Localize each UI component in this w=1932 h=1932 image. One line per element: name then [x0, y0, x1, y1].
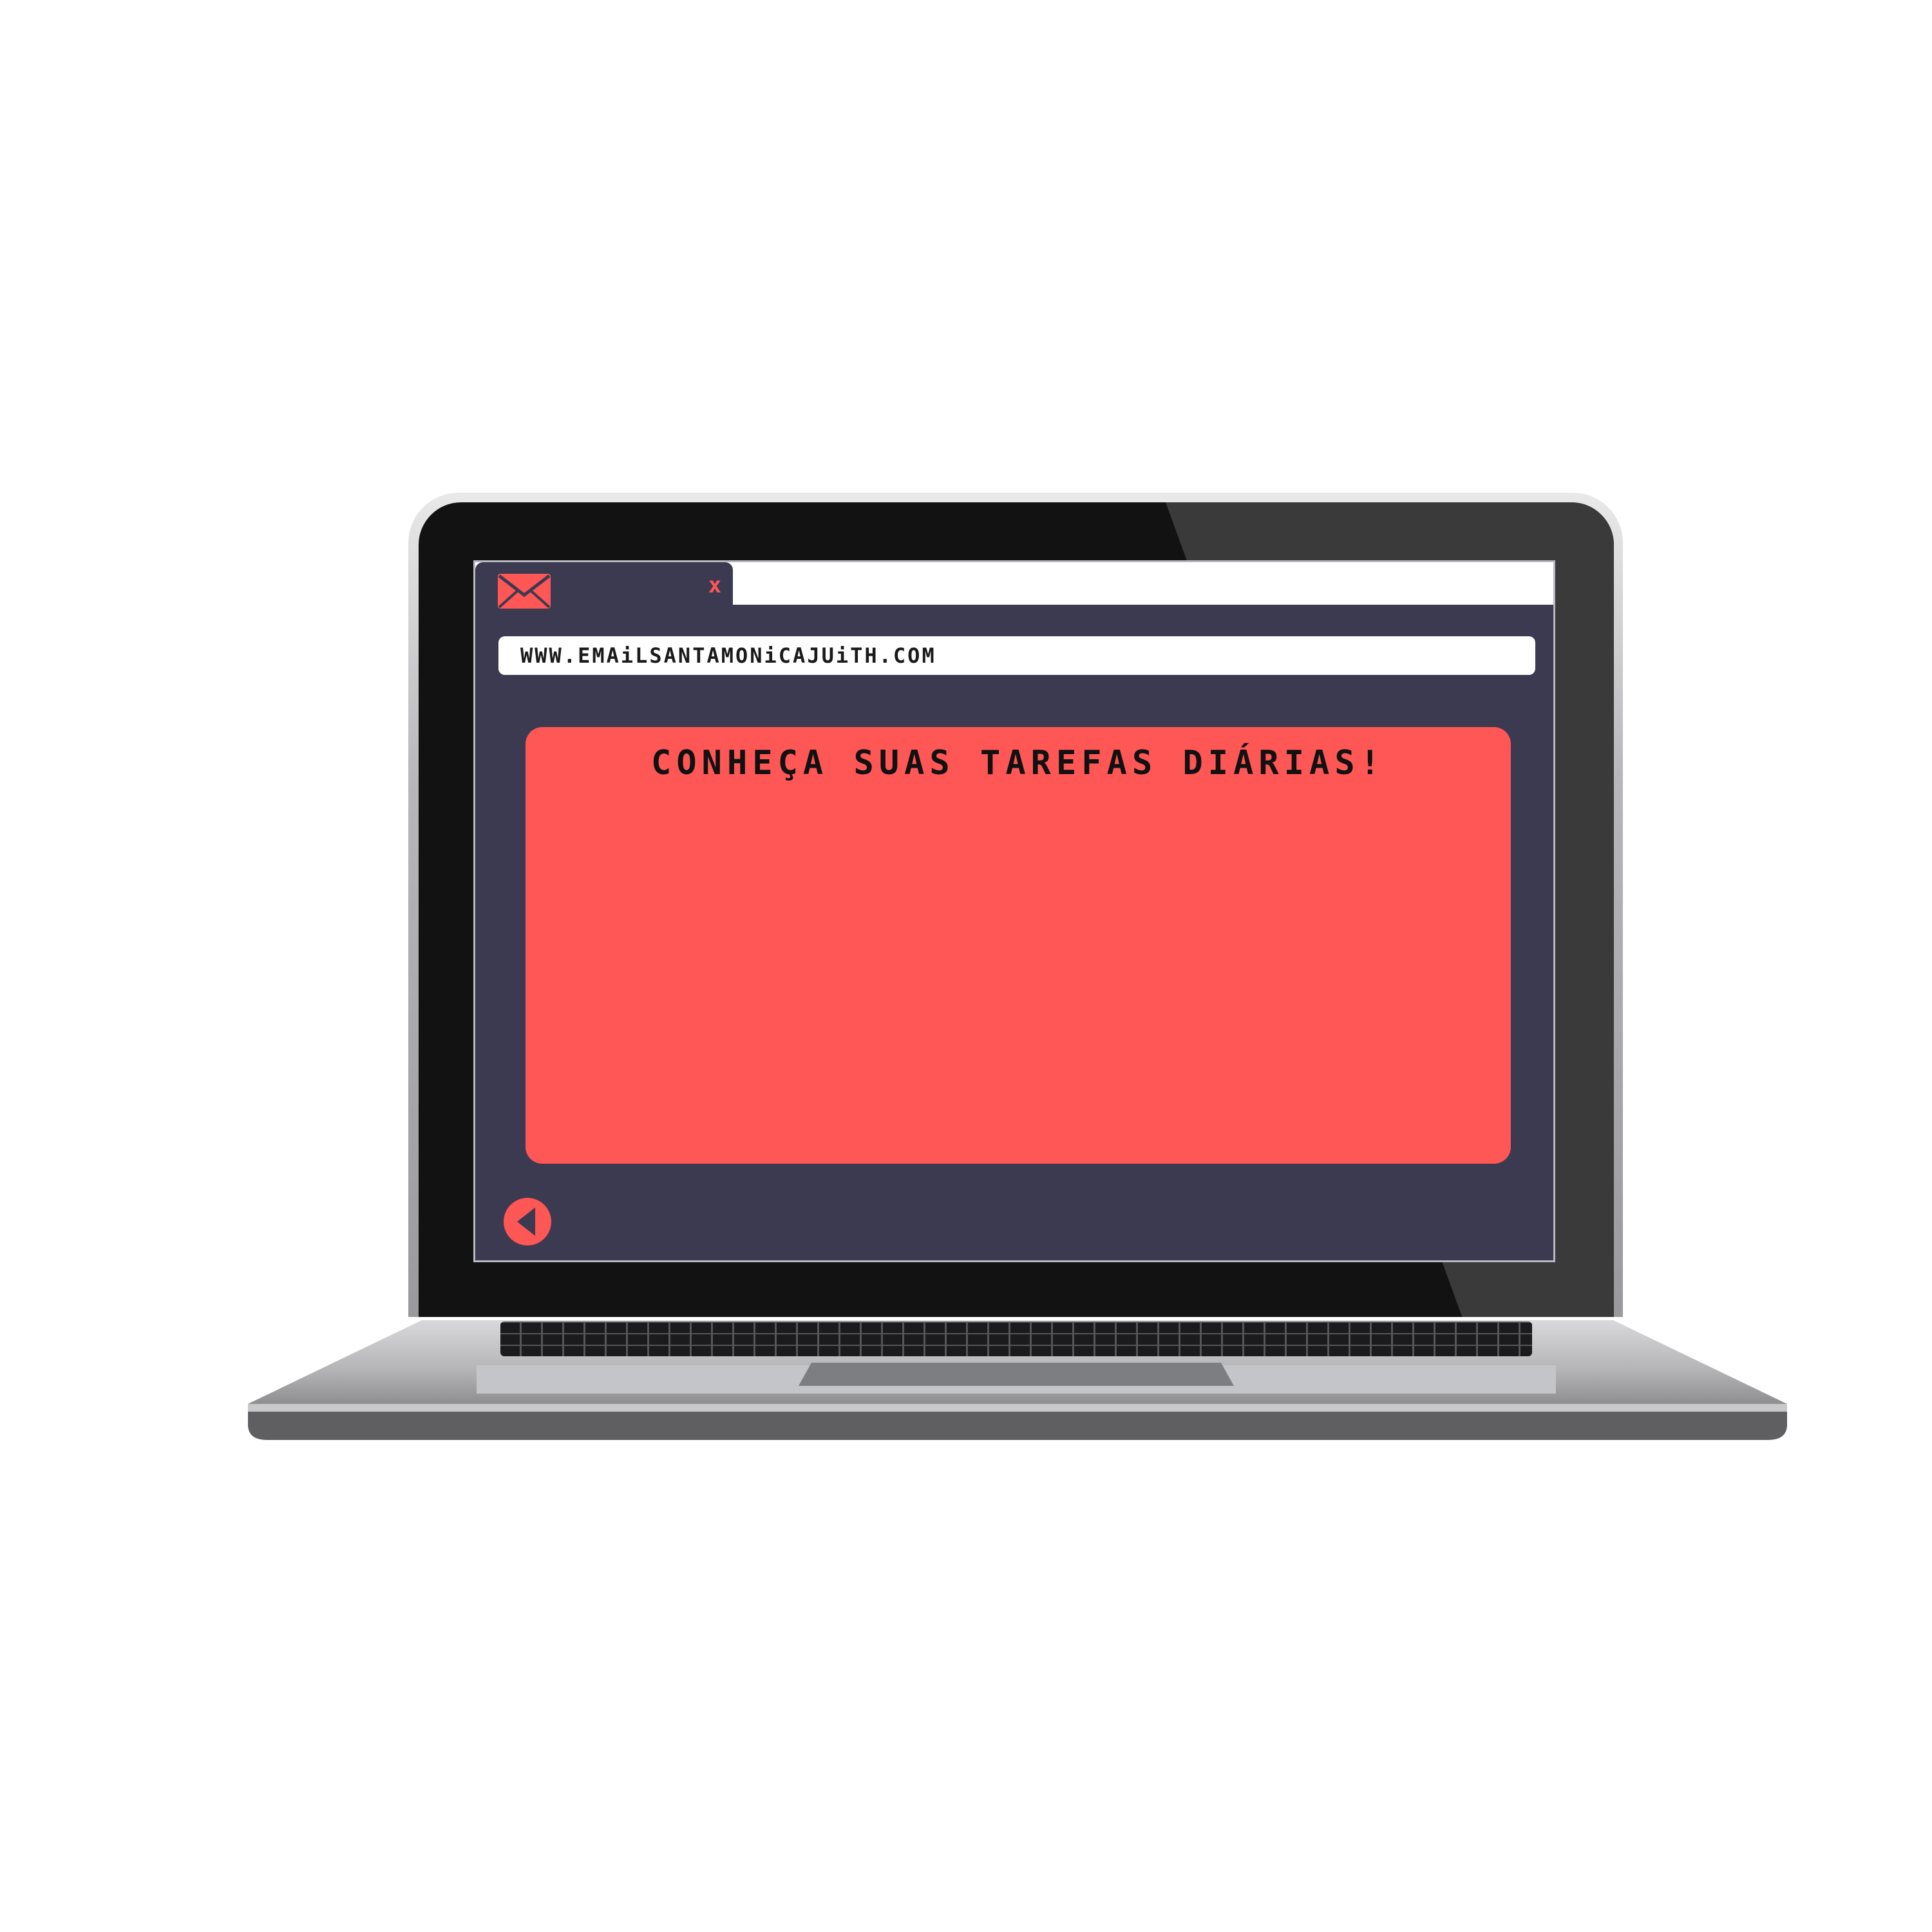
browser-tab[interactable]: x [475, 562, 733, 609]
address-url: WWW.EMAiLSANTAMONiCAJUiTH.COM [520, 643, 936, 668]
laptop-scene: x WWW.EMAiLSANTAMONiCAJUiTH.COM CONHEÇA … [0, 0, 1932, 1932]
tab-close-button[interactable]: x [702, 573, 728, 598]
browser-window: x WWW.EMAiLSANTAMONiCAJUiTH.COM CONHEÇA … [473, 560, 1555, 1262]
trackpad [799, 1363, 1234, 1386]
mail-icon [498, 574, 551, 609]
content-panel: CONHEÇA SUAS TAREFAS DIÁRIAS! [526, 727, 1511, 1164]
address-bar[interactable]: WWW.EMAiLSANTAMONiCAJUiTH.COM [498, 636, 1535, 675]
keyboard [500, 1321, 1532, 1356]
back-button[interactable] [503, 1197, 552, 1246]
content-title: CONHEÇA SUAS TAREFAS DIÁRIAS! [651, 744, 1385, 782]
